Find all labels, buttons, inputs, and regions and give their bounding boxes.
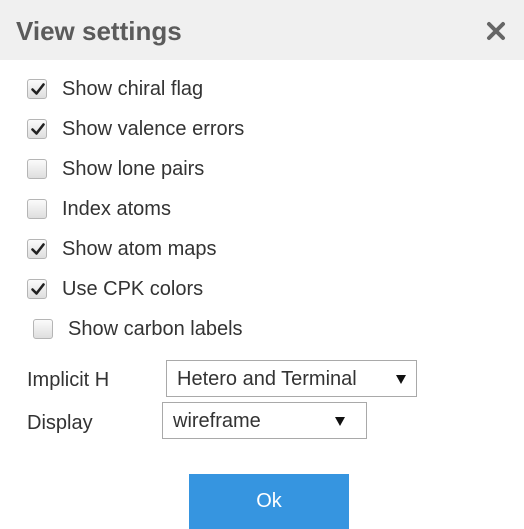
option-label: Show lone pairs	[62, 158, 205, 180]
display-select[interactable]: wireframe	[162, 402, 367, 439]
checkbox[interactable]	[27, 79, 47, 99]
option-label: Show carbon labels	[68, 318, 243, 340]
display-value: wireframe	[173, 410, 261, 432]
checkbox[interactable]	[27, 279, 47, 299]
option-label: Show chiral flag	[62, 78, 204, 100]
option-label: Index atoms	[62, 198, 171, 220]
close-icon[interactable]	[480, 14, 512, 46]
checkbox[interactable]	[27, 159, 47, 179]
checkbox[interactable]	[27, 119, 47, 139]
option-label: Use CPK colors	[62, 278, 204, 300]
option-label: Show atom maps	[62, 238, 217, 260]
checkbox[interactable]	[33, 319, 53, 339]
checkbox[interactable]	[27, 239, 47, 259]
implicit-h-label: Implicit H	[27, 369, 110, 391]
implicit-h-select[interactable]: Hetero and Terminal	[166, 360, 417, 397]
option-label: Show valence errors	[62, 118, 245, 140]
display-label: Display	[27, 412, 93, 434]
implicit-h-value: Hetero and Terminal	[177, 368, 357, 390]
view-settings-dialog: View settings Show chiral flag Show vale…	[0, 0, 524, 529]
dialog-title: View settings	[16, 16, 182, 46]
dropdown-arrow-icon	[335, 417, 345, 426]
ok-button[interactable]: Ok	[189, 474, 349, 529]
checkbox[interactable]	[27, 199, 47, 219]
dropdown-arrow-icon	[396, 375, 406, 384]
dialog-header: View settings	[0, 0, 524, 60]
